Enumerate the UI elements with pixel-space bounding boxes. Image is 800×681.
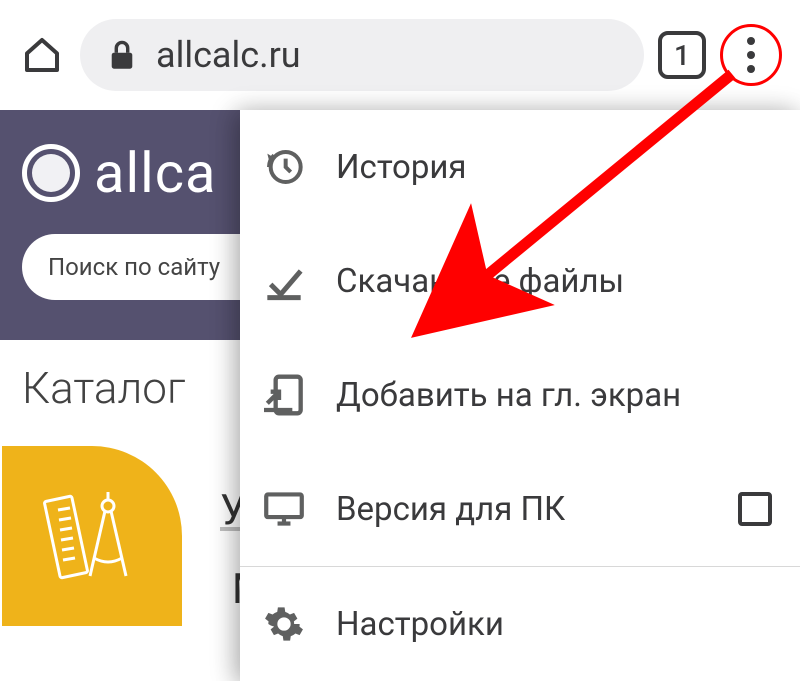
- lock-icon: [108, 39, 136, 71]
- browser-menu-dropdown: История Скачанные файлы Добавить на гл. …: [240, 110, 800, 681]
- menu-item-add-to-home[interactable]: Добавить на гл. экран: [240, 338, 800, 452]
- add-to-home-icon: [264, 373, 304, 417]
- menu-label: История: [336, 148, 772, 187]
- kebab-dot-icon: [747, 51, 755, 59]
- menu-label: Скачанные файлы: [336, 262, 772, 301]
- gear-icon: [264, 604, 304, 644]
- kebab-menu-button[interactable]: [720, 24, 782, 86]
- tabs-button[interactable]: 1: [658, 31, 706, 79]
- menu-item-desktop-version[interactable]: Версия для ПК: [240, 452, 800, 566]
- catalog-tile[interactable]: [2, 446, 182, 626]
- menu-item-settings[interactable]: Настройки: [240, 567, 800, 681]
- desktop-icon: [263, 489, 305, 529]
- url-bar[interactable]: allcalc.ru: [80, 19, 644, 91]
- ruler-compass-icon: [42, 486, 142, 586]
- logo-text: allca: [94, 140, 216, 206]
- menu-label: Версия для ПК: [336, 490, 708, 529]
- kebab-dot-icon: [747, 65, 755, 73]
- browser-chrome: allcalc.ru 1: [0, 0, 800, 110]
- menu-item-history[interactable]: История: [240, 110, 800, 224]
- menu-item-downloads[interactable]: Скачанные файлы: [240, 224, 800, 338]
- home-button[interactable]: [18, 31, 66, 79]
- downloads-icon: [264, 261, 304, 301]
- tabs-count: 1: [674, 39, 690, 72]
- home-icon: [22, 35, 62, 75]
- history-icon: [264, 147, 304, 187]
- menu-label: Настройки: [336, 605, 772, 644]
- desktop-version-checkbox[interactable]: [738, 492, 772, 526]
- search-placeholder: Поиск по сайту: [48, 253, 220, 281]
- kebab-dot-icon: [747, 37, 755, 45]
- menu-label: Добавить на гл. экран: [336, 376, 772, 415]
- url-text: allcalc.ru: [156, 34, 301, 76]
- logo-icon: [22, 144, 80, 202]
